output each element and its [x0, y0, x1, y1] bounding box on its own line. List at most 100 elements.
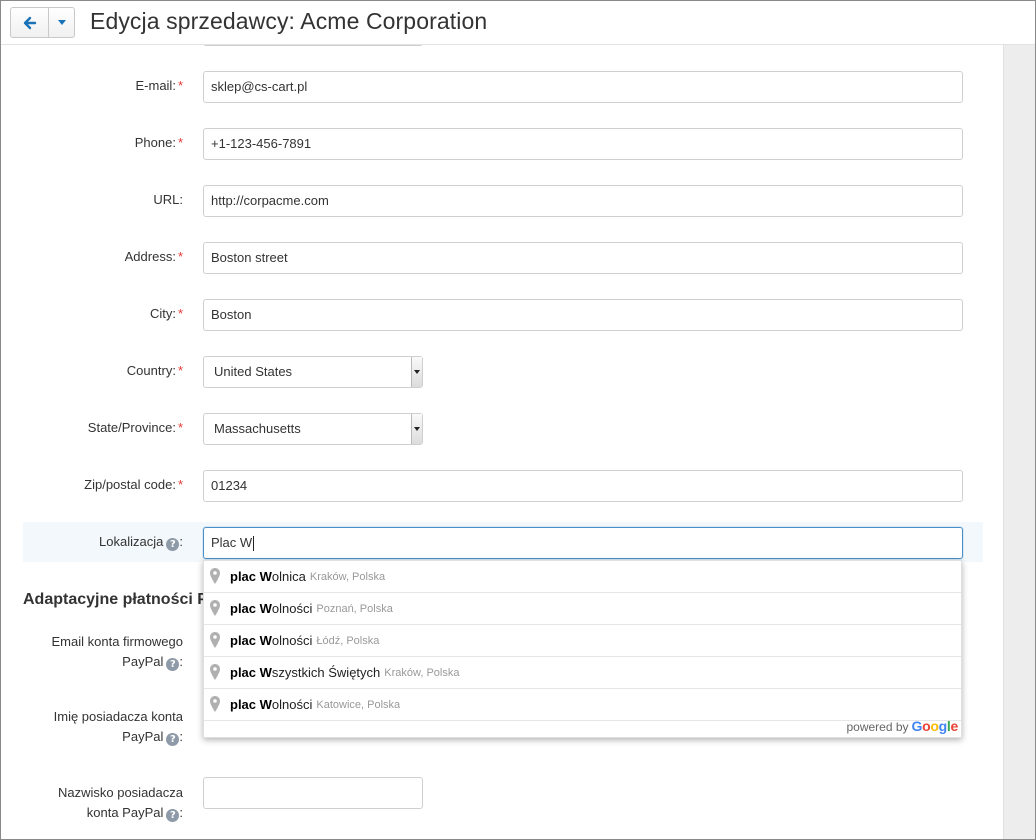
autocomplete-item-secondary: Katowice, Polska — [316, 698, 401, 711]
state-select-value: Massachusetts — [214, 421, 301, 436]
page-title: Edycja sprzedawcy: Acme Corporation — [90, 8, 488, 34]
autocomplete-rest: olności — [271, 697, 313, 712]
paypal-first-name-label: Imię posiadacza konta PayPal?: — [23, 707, 183, 747]
country-select[interactable]: United States — [203, 356, 423, 388]
address-label-text: Address: — [124, 249, 176, 264]
label-colon: : — [179, 654, 183, 669]
autocomplete-rest: szystkich Świętych — [271, 665, 381, 680]
autocomplete-rest: olności — [271, 633, 313, 648]
autocomplete-match: plac W — [230, 633, 272, 648]
paypal-first-name-label-line2: PayPal?: — [23, 727, 183, 747]
city-field[interactable]: Boston — [203, 299, 963, 331]
address-field[interactable]: Boston street — [203, 242, 963, 274]
phone-field[interactable]: +1-123-456-7891 — [203, 128, 963, 160]
autocomplete-item-main: plac Wszystkich Świętych — [230, 665, 380, 680]
autocomplete-item-main: plac Wolności — [230, 697, 312, 712]
section-title: Adaptacyjne płatności Pa — [23, 591, 217, 608]
map-pin-icon — [210, 567, 220, 584]
zip-label-text: Zip/postal code: — [84, 477, 176, 492]
google-logo-letter: e — [950, 718, 959, 734]
paypal-first-name-label-line1: Imię posiadacza konta — [53, 709, 183, 724]
zip-label: Zip/postal code: * — [84, 477, 183, 492]
autocomplete-rest: olności — [271, 601, 313, 616]
select-arrow-icon — [411, 414, 422, 444]
url-label: URL: — [153, 192, 183, 207]
paypal-last-name-label: Nazwisko posiadacza konta PayPal?: — [23, 783, 183, 823]
autocomplete-item[interactable]: plac Wolnica Kraków, Polska — [204, 561, 961, 593]
paypal-first-name-label-text: PayPal — [122, 729, 164, 744]
autocomplete-dropdown: plac Wolnica Kraków, Polska plac Wolnośc… — [203, 560, 962, 738]
state-select[interactable]: Massachusetts — [203, 413, 423, 445]
nav-button-group — [10, 7, 75, 38]
autocomplete-item-secondary: Kraków, Polska — [384, 666, 460, 679]
row-state: State/Province: * Massachusetts — [23, 408, 983, 448]
autocomplete-rest: olnica — [271, 569, 306, 584]
row-url: URL: http://corpacme.com — [23, 180, 983, 220]
arrow-left-icon — [23, 16, 36, 29]
location-label-colon: : — [179, 534, 183, 549]
location-label-text: Lokalizacja — [99, 534, 164, 549]
help-icon[interactable]: ? — [166, 809, 180, 822]
required-mark: * — [177, 78, 183, 93]
email-label: E-mail: * — [135, 78, 183, 93]
map-pin-icon — [210, 599, 220, 616]
row-address: Address: * Boston street — [23, 237, 983, 277]
autocomplete-item-secondary: Poznań, Polska — [316, 602, 393, 615]
help-icon[interactable]: ? — [166, 658, 180, 671]
country-label-text: Country: — [126, 363, 176, 378]
location-label: Lokalizacja?: — [99, 534, 183, 551]
location-input-value: Plac W — [211, 535, 253, 550]
country-label: Country: * — [127, 363, 183, 378]
autocomplete-item[interactable]: plac Wszystkich Świętych Kraków, Polska — [204, 657, 961, 689]
country-select-value: United States — [214, 364, 293, 379]
row-country: Country: * United States — [23, 351, 983, 391]
select-arrow-icon — [411, 357, 422, 387]
autocomplete-match: plac W — [230, 601, 272, 616]
paypal-email-label-line1: Email konta firmowego — [51, 634, 184, 649]
row-city: City: * Boston — [23, 294, 983, 334]
autocomplete-match: plac W — [230, 569, 272, 584]
row-email: E-mail: * sklep@cs-cart.pl — [23, 66, 983, 106]
powered-by-google: powered by Google — [846, 718, 958, 734]
help-icon[interactable]: ? — [166, 538, 180, 551]
nav-dropdown-button[interactable] — [49, 8, 74, 37]
location-input[interactable]: Plac W — [203, 527, 963, 559]
paypal-last-name-label-text: konta PayPal — [86, 805, 164, 820]
email-label-text: E-mail: — [135, 78, 176, 93]
paypal-email-label-line2: PayPal?: — [23, 652, 183, 672]
back-button[interactable] — [11, 8, 49, 37]
row-zip: Zip/postal code: * 01234 — [23, 465, 983, 505]
city-label-text: City: — [149, 306, 176, 321]
required-mark: * — [177, 477, 183, 492]
autocomplete-item-main: plac Wolności — [230, 633, 312, 648]
state-label-text: State/Province: — [87, 420, 176, 435]
autocomplete-item-secondary: Kraków, Polska — [309, 570, 386, 583]
google-logo-letter: G — [911, 718, 923, 734]
page-header: Edycja sprzedawcy: Acme Corporation — [1, 1, 1035, 45]
map-pin-icon — [210, 695, 220, 712]
right-gutter — [1003, 45, 1035, 839]
label-colon: : — [179, 729, 183, 744]
google-logo: Google — [911, 718, 959, 734]
autocomplete-item[interactable]: plac Wolności Poznań, Polska — [204, 593, 961, 625]
required-mark: * — [177, 306, 183, 321]
paypal-last-name-field[interactable] — [203, 777, 423, 809]
help-icon[interactable]: ? — [166, 733, 180, 746]
autocomplete-item-main: plac Wolnica — [230, 569, 306, 584]
text-caret — [253, 536, 255, 552]
state-label: State/Province: * — [88, 420, 183, 435]
phone-label: Phone: * — [135, 135, 183, 150]
address-label: Address: * — [125, 249, 183, 264]
required-mark: * — [177, 363, 183, 378]
zip-field[interactable]: 01234 — [203, 470, 963, 502]
paypal-email-label: Email konta firmowego PayPal?: — [23, 632, 183, 672]
url-field[interactable]: http://corpacme.com — [203, 185, 963, 217]
paypal-last-name-label-line2: konta PayPal?: — [23, 803, 183, 823]
autocomplete-item[interactable]: plac Wolności Łódź, Polska — [204, 625, 961, 657]
paypal-last-name-label-line1: Nazwisko posiadacza — [57, 785, 183, 800]
paypal-email-label-text: PayPal — [122, 654, 164, 669]
required-mark: * — [177, 135, 183, 150]
email-field[interactable]: sklep@cs-cart.pl — [203, 71, 963, 103]
autocomplete-item[interactable]: plac Wolności Katowice, Polska — [204, 689, 961, 721]
google-logo-letter: g — [938, 718, 948, 734]
